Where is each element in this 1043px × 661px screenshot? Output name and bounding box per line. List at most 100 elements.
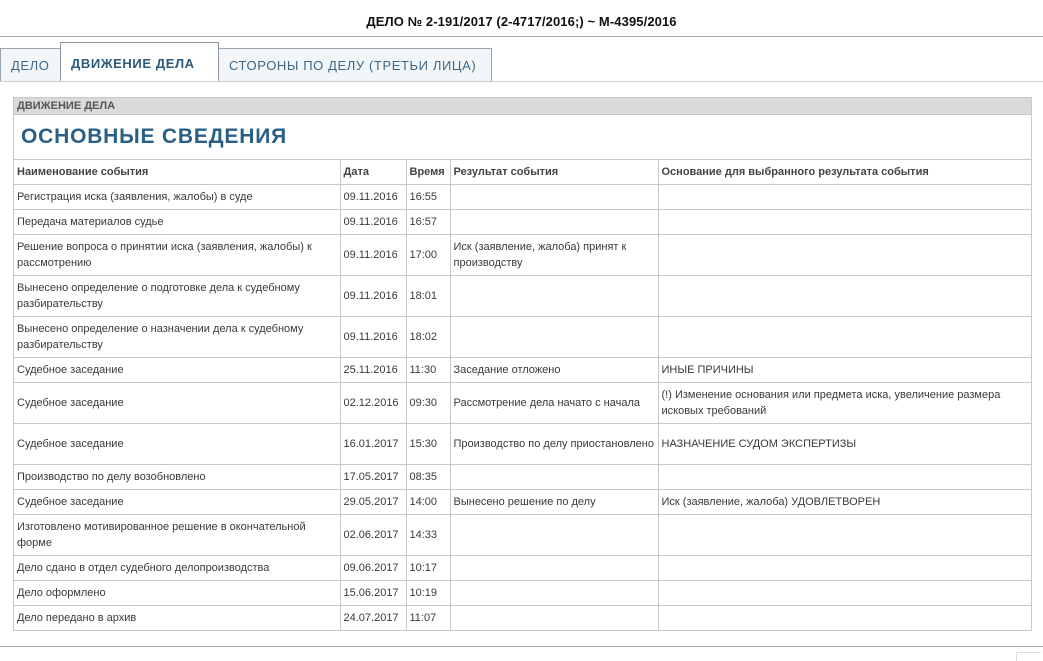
cell-time: 14:33 [406,514,451,556]
table-row: Вынесено определение о назначении дела к… [14,316,1031,358]
cell-event: Судебное заседание [14,423,341,465]
cell-basis [658,184,1031,210]
column-header-event: Наименование события [14,160,341,185]
cell-result: Заседание отложено [450,357,659,383]
resize-grip [1016,652,1041,661]
cell-basis [658,275,1031,317]
table-row: Изготовлено мотивированное решение в око… [14,514,1031,556]
cell-basis [658,555,1031,581]
cell-basis [658,209,1031,235]
cell-time: 14:00 [406,489,451,515]
tab-case[interactable]: ДЕЛО [0,48,61,82]
table-row: Судебное заседание 02.12.2016 09:30 Рассмот… [14,382,1031,424]
cell-time: 18:01 [406,275,451,317]
cell-event: Изготовлено мотивированное решение в око… [14,514,341,556]
table-row: Судебное заседание 25.11.2016 11:30 Заседан… [14,357,1031,383]
cell-basis [658,316,1031,358]
cell-date: 09.11.2016 [340,275,407,317]
cell-event: Решение вопроса о принятии иска (заявлен… [14,234,341,276]
cell-event: Производство по делу возобновлено [14,464,341,490]
section-title: ОСНОВНЫЕ СВЕДЕНИЯ [14,115,1031,160]
cell-date: 17.05.2017 [340,464,407,490]
cell-date: 09.11.2016 [340,209,407,235]
table-row: Дело сдано в отдел судебного делопроизво… [14,555,1031,581]
cell-basis [658,464,1031,490]
cell-event: Дело сдано в отдел судебного делопроизво… [14,555,341,581]
cell-date: 25.11.2016 [340,357,407,383]
cell-time: 18:02 [406,316,451,358]
cell-result: Рассмотрение дела начато с начала [450,382,659,424]
panel-header: ДВИЖЕНИЕ ДЕЛА [14,98,1031,115]
cell-event: Дело оформлено [14,580,341,606]
table-row: Регистрация иска (заявления, жалобы) в с… [14,184,1031,210]
cell-date: 02.06.2017 [340,514,407,556]
divider [0,36,1043,37]
divider [0,646,1043,647]
cell-basis: ИНЫЕ ПРИЧИНЫ [658,357,1031,383]
cell-date: 09.11.2016 [340,234,407,276]
cell-result: Иск (заявление, жалоба) принят к произво… [450,234,659,276]
events-table: Наименование события Дата Время Результа… [14,160,1031,630]
table-row: Передача материалов судье 09.11.2016 16:57 [14,209,1031,235]
cell-time: 09:30 [406,382,451,424]
cell-basis [658,514,1031,556]
case-title: ДЕЛО № 2-191/2017 (2-4717/2016;) ~ М-439… [366,14,677,29]
cell-event: Судебное заседание [14,357,341,383]
table-row: Дело передано в архив 24.07.2017 11:07 [14,605,1031,631]
tab-parties[interactable]: СТОРОНЫ ПО ДЕЛУ (ТРЕТЬИ ЛИЦА) [218,48,492,82]
cell-time: 15:30 [406,423,451,465]
cell-time: 17:00 [406,234,451,276]
divider [0,81,1043,82]
cell-event: Вынесено определение о подготовке дела к… [14,275,341,317]
cell-time: 11:07 [406,605,451,630]
column-header-result: Результат события [450,160,659,185]
tab-case-movement[interactable]: ДВИЖЕНИЕ ДЕЛА [60,42,219,78]
cell-event: Передача материалов судье [14,209,341,235]
cell-result [450,514,659,556]
cell-result: Вынесено решение по делу [450,489,659,515]
cell-time: 08:35 [406,464,451,490]
cell-basis [658,580,1031,606]
cell-time: 16:55 [406,184,451,210]
table-row: Вынесено определение о подготовке дела к… [14,275,1031,317]
case-movement-panel: ДВИЖЕНИЕ ДЕЛА ОСНОВНЫЕ СВЕДЕНИЯ Наименов… [13,97,1032,631]
table-row: Судебное заседание 29.05.2017 14:00 Вынесен… [14,489,1031,515]
tab-bar: ДЕЛО ДВИЖЕНИЕ ДЕЛА СТОРОНЫ ПО ДЕЛУ (ТРЕТ… [0,42,492,82]
cell-date: 15.06.2017 [340,580,407,606]
cell-date: 29.05.2017 [340,489,407,515]
table-row: Судебное заседание 16.01.2017 15:30 Произво… [14,423,1031,465]
cell-result [450,605,659,630]
table-row: Дело оформлено 15.06.2017 10:19 [14,580,1031,606]
cell-event: Регистрация иска (заявления, жалобы) в с… [14,184,341,210]
table-row: Решение вопроса о принятии иска (заявлен… [14,234,1031,276]
column-header-time: Время [406,160,451,185]
cell-result [450,275,659,317]
cell-basis [658,234,1031,276]
cell-date: 02.12.2016 [340,382,407,424]
cell-basis: (!) Изменение основания или предмета иск… [658,382,1031,424]
cell-time: 11:30 [406,357,451,383]
table-header-row: Наименование события Дата Время Результа… [14,160,1031,185]
cell-date: 16.01.2017 [340,423,407,465]
cell-result [450,184,659,210]
cell-event: Судебное заседание [14,489,341,515]
cell-event: Вынесено определение о назначении дела к… [14,316,341,358]
cell-basis: Иск (заявление, жалоба) УДОВЛЕТВОРЕН [658,489,1031,515]
cell-date: 24.07.2017 [340,605,407,630]
cell-result [450,316,659,358]
cell-basis [658,606,1031,631]
cell-date: 09.11.2016 [340,316,407,358]
column-header-basis: Основание для выбранного результата собы… [658,160,1031,185]
cell-event: Дело передано в архив [14,605,341,630]
cell-result [450,209,659,235]
cell-time: 16:57 [406,209,451,235]
cell-time: 10:17 [406,555,451,581]
cell-result [450,555,659,581]
cell-event: Судебное заседание [14,382,341,424]
cell-result: Производство по делу приостановлено [450,423,659,465]
cell-date: 09.11.2016 [340,184,407,210]
column-header-date: Дата [340,160,407,185]
cell-date: 09.06.2017 [340,555,407,581]
table-row: Производство по делу возобновлено 17.05.2… [14,464,1031,490]
cell-basis: НАЗНАЧЕНИЕ СУДОМ ЭКСПЕРТИЗЫ [658,423,1031,465]
